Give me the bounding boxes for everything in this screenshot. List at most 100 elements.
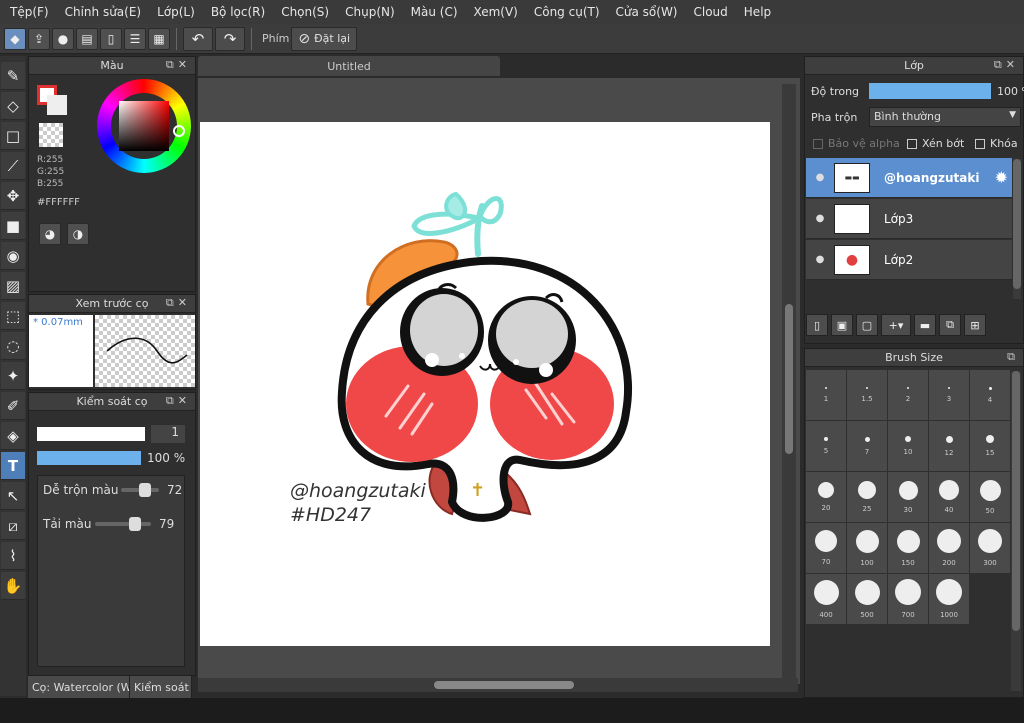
brush-size-cell[interactable]: 25: [847, 472, 887, 522]
saturation-square[interactable]: [119, 101, 169, 151]
brush-size-cell[interactable]: 1000: [929, 574, 969, 624]
brush-size-cell[interactable]: 5: [806, 421, 846, 471]
fill-rect-tool-icon[interactable]: ■: [1, 212, 25, 240]
visibility-icon[interactable]: ●: [806, 172, 834, 183]
brush-size-cell[interactable]: 500: [847, 574, 887, 624]
load-slider[interactable]: [95, 517, 151, 531]
brush-size-bar[interactable]: [37, 427, 145, 441]
reset-button[interactable]: ⊘ Đặt lại: [291, 26, 358, 51]
menu-item[interactable]: Cửa sổ(W): [608, 5, 686, 19]
text-tool-icon[interactable]: T: [1, 452, 25, 480]
brush-size-cell[interactable]: 1: [806, 370, 846, 420]
brush-size-cell[interactable]: 200: [929, 523, 969, 573]
layer-row[interactable]: ● ● Lớp2: [806, 240, 1012, 280]
menu-item[interactable]: Màu (C): [403, 5, 466, 19]
hscroll-thumb[interactable]: [434, 681, 574, 689]
brush-size-cell[interactable]: 12: [929, 421, 969, 471]
brush-size-cell[interactable]: 7: [847, 421, 887, 471]
brush-size-cell[interactable]: 15: [970, 421, 1010, 471]
eraser-mode-icon[interactable]: ◆: [4, 27, 26, 50]
grid-icon[interactable]: ▦: [148, 27, 170, 50]
load-slider-knob[interactable]: [129, 517, 141, 531]
menu-item[interactable]: Công cụ(T): [526, 5, 608, 19]
new-layer-8bit-icon[interactable]: ▣: [831, 314, 853, 336]
transparent-swatch[interactable]: [39, 123, 63, 147]
list-icon[interactable]: ☰: [124, 27, 146, 50]
menu-item[interactable]: Chụp(N): [337, 5, 403, 19]
menu-item[interactable]: Bộ lọc(R): [203, 5, 273, 19]
new-layer-1bit-icon[interactable]: ▢: [856, 314, 878, 336]
panel-controls-icon[interactable]: ⧉: [1007, 350, 1019, 364]
secondary-color-swatch[interactable]: [47, 95, 67, 115]
layer-row[interactable]: ● Lớp3: [806, 199, 1012, 239]
menu-item[interactable]: Help: [736, 5, 779, 19]
panel-controls-icon[interactable]: ⧉✕: [166, 58, 191, 72]
operation-tool-icon[interactable]: ↖: [1, 482, 25, 510]
canvas-vertical-scrollbar[interactable]: [782, 84, 796, 678]
hue-marker[interactable]: [173, 125, 185, 137]
color-mix-icon[interactable]: ◑: [67, 223, 89, 245]
select-eraser-icon[interactable]: ◈: [1, 422, 25, 450]
move-tool-icon[interactable]: ✥: [1, 182, 25, 210]
tab-watercolor[interactable]: Cọ: Watercolor (W...: [28, 676, 130, 698]
brush-size-cell[interactable]: 30: [888, 472, 928, 522]
color-wheel[interactable]: [97, 79, 191, 173]
folder-icon[interactable]: ▬: [914, 314, 936, 336]
clipping-checkbox[interactable]: Xén bớt: [907, 137, 964, 150]
gradient-tool-icon[interactable]: ▨: [1, 272, 25, 300]
duplicate-layer-icon[interactable]: ⧉: [939, 314, 961, 336]
gear-icon[interactable]: ✹: [995, 168, 1008, 187]
rectangle-tool-icon[interactable]: □: [1, 122, 25, 150]
brush-size-cell[interactable]: 70: [806, 523, 846, 573]
merge-layer-icon[interactable]: ⊞: [964, 314, 986, 336]
protect-alpha-checkbox[interactable]: Bảo vệ alpha: [813, 137, 900, 150]
panel-controls-icon[interactable]: ⧉✕: [166, 394, 191, 408]
export-icon[interactable]: ⇪: [28, 27, 50, 50]
brush-size-cell[interactable]: 20: [806, 472, 846, 522]
undo-button[interactable]: ↶: [183, 26, 213, 51]
menu-item[interactable]: Xem(V): [466, 5, 526, 19]
blend-mode-select[interactable]: Bình thường ▼: [869, 107, 1021, 127]
visibility-icon[interactable]: ●: [806, 213, 834, 224]
divide-tool-icon[interactable]: ⧄: [1, 512, 25, 540]
menu-item[interactable]: Lớp(L): [149, 5, 203, 19]
brush-size-cell[interactable]: 4: [970, 370, 1010, 420]
menu-item[interactable]: Chỉnh sửa(E): [57, 5, 150, 19]
tab-brush-control[interactable]: Kiểm soát c: [130, 676, 192, 698]
document-icon[interactable]: ▯: [100, 27, 122, 50]
eraser-tool-icon[interactable]: ◇: [1, 92, 25, 120]
brush-size-cell[interactable]: 2: [888, 370, 928, 420]
brush-size-scrollbar[interactable]: [1011, 371, 1021, 691]
hand-tool-icon[interactable]: ✋: [1, 572, 25, 600]
brush-size-cell[interactable]: 100: [847, 523, 887, 573]
chat-icon[interactable]: ▤: [76, 27, 98, 50]
layer-opacity-bar[interactable]: [869, 83, 991, 99]
lock-checkbox[interactable]: Khóa: [975, 137, 1018, 150]
magic-wand-icon[interactable]: ✦: [1, 362, 25, 390]
brush-size-cell[interactable]: 300: [970, 523, 1010, 573]
layer-list-scrollbar[interactable]: [1013, 159, 1021, 299]
canvas-horizontal-scrollbar[interactable]: [198, 678, 798, 692]
vscroll-thumb[interactable]: [785, 304, 793, 454]
add-layer-menu-icon[interactable]: +▾: [881, 314, 911, 336]
brush-size-value[interactable]: 1: [151, 425, 185, 443]
blend-slider-knob[interactable]: [139, 483, 151, 497]
document-tab[interactable]: Untitled: [198, 56, 500, 76]
brush-size-cell[interactable]: 150: [888, 523, 928, 573]
brush-size-cell[interactable]: 400: [806, 574, 846, 624]
palette-icon[interactable]: ◕: [39, 223, 61, 245]
select-pen-icon[interactable]: ✐: [1, 392, 25, 420]
menu-item[interactable]: Chọn(S): [273, 5, 337, 19]
brush-size-cell[interactable]: 50: [970, 472, 1010, 522]
panel-controls-icon[interactable]: ⧉✕: [166, 296, 191, 310]
panel-controls-icon[interactable]: ⧉✕: [994, 58, 1019, 72]
brush-size-cell[interactable]: 10: [888, 421, 928, 471]
brush-tool-icon[interactable]: ✎: [1, 62, 25, 90]
rect-select-icon[interactable]: ⬚: [1, 302, 25, 330]
menu-item[interactable]: Cloud: [686, 5, 736, 19]
line-tool-icon[interactable]: ⟋: [1, 152, 25, 180]
redo-button[interactable]: ↷: [215, 26, 245, 51]
blend-slider[interactable]: [121, 483, 159, 497]
brush-opacity-bar[interactable]: [37, 451, 141, 465]
canvas-paper[interactable]: ✝ @hoangzutaki #HD247: [200, 122, 770, 646]
